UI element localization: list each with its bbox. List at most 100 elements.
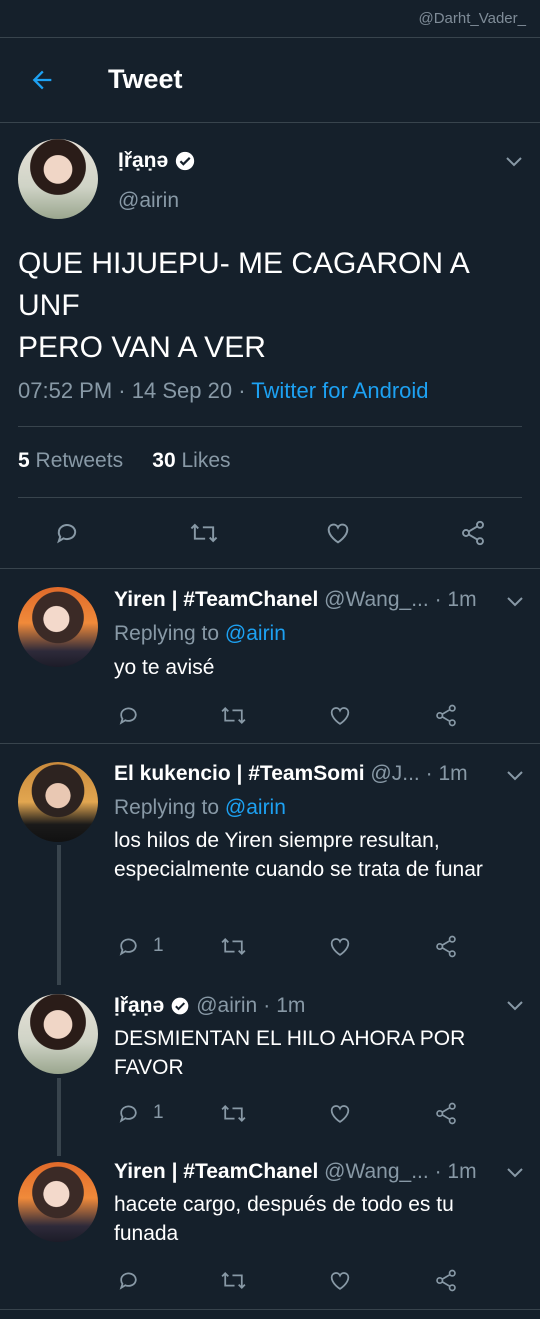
reply-count: 1 (153, 935, 164, 956)
mention-link[interactable]: @airin (225, 796, 286, 819)
avatar[interactable] (18, 587, 98, 667)
author-handle[interactable]: @Wang_... (324, 1160, 429, 1183)
reply-tweet[interactable]: El kukencio | #TeamSomi @J... · 1m Reply… (0, 744, 540, 984)
comment-icon (116, 703, 141, 728)
author-handle[interactable]: @Wang_... (324, 588, 429, 611)
author-name[interactable]: Ịřạṇə (118, 149, 168, 173)
reply-text: DESMIENTAN EL HILO AHORA POR FAVOR (114, 1027, 466, 1079)
reply-actions (0, 697, 540, 733)
tweet-time[interactable]: 07:52 PM (18, 378, 112, 403)
share-icon (458, 519, 488, 547)
likes-label: Likes (181, 449, 231, 472)
likes-stat[interactable]: 30 Likes (152, 449, 230, 472)
verified-badge-icon (170, 996, 190, 1016)
share-icon (433, 1268, 459, 1293)
chevron-down-icon[interactable] (505, 595, 525, 609)
reply-header: Yiren | #TeamChanel @Wang_... · 1m (114, 588, 490, 612)
chevron-down-icon[interactable] (505, 999, 525, 1013)
like-button[interactable] (327, 1262, 353, 1298)
tweet-time: 1m (447, 1160, 477, 1183)
dot-separator: · (434, 588, 442, 611)
reply-actions (0, 1262, 540, 1298)
heart-icon (327, 1101, 353, 1126)
author-handle[interactable]: @airin (118, 189, 179, 213)
tweet-text-line: PERO VAN A VER (18, 331, 266, 364)
chevron-down-icon[interactable] (505, 1166, 525, 1180)
reply-button[interactable] (53, 515, 81, 551)
reply-header: El kukencio | #TeamSomi @J... · 1m (114, 762, 490, 786)
share-button[interactable] (433, 928, 459, 964)
tweet-text-line: QUE HIJUEPU- ME CAGARON A (18, 247, 470, 280)
share-button[interactable] (433, 1095, 459, 1131)
avatar[interactable] (18, 1162, 98, 1242)
heart-icon (327, 934, 353, 959)
avatar[interactable] (18, 994, 98, 1074)
dot-separator: · (118, 378, 126, 403)
like-button[interactable] (327, 1095, 353, 1131)
retweet-button[interactable] (219, 697, 248, 733)
retweet-icon (219, 1101, 248, 1126)
share-icon (433, 703, 459, 728)
author-name[interactable]: El kukencio | #TeamSomi (114, 762, 365, 785)
reply-button[interactable]: 1 (116, 928, 164, 964)
author-name-row[interactable]: Ịřạṇə (118, 149, 196, 173)
retweet-icon (219, 1268, 248, 1293)
arrow-left-icon[interactable] (28, 66, 56, 94)
share-button[interactable] (458, 515, 488, 551)
tweet-actions (0, 515, 540, 551)
author-name[interactable]: Yiren | #TeamChanel (114, 588, 318, 611)
author-name[interactable]: Ịřạṇə (114, 994, 164, 1018)
mention-link[interactable]: @airin (225, 622, 286, 645)
replying-label: Replying to (114, 796, 220, 819)
tweet-meta: 07:52 PM · 14 Sep 20 · Twitter for Andro… (18, 378, 429, 404)
reply-tweet[interactable]: Yiren | #TeamChanel @Wang_... · 1m Reply… (0, 569, 540, 744)
reply-button[interactable] (116, 697, 141, 733)
author-name[interactable]: Yiren | #TeamChanel (114, 1160, 318, 1183)
comment-icon (116, 934, 141, 959)
share-icon (433, 934, 459, 959)
reply-tweet[interactable]: Ịřạṇə @airin · 1m DESMIENTAN EL HILO AHO… (0, 984, 540, 1154)
reply-button[interactable] (116, 1262, 141, 1298)
reply-text: hacete cargo, después de todo es tu funa… (114, 1193, 454, 1245)
retweets-stat[interactable]: 5 Retweets (18, 449, 123, 472)
chevron-down-icon[interactable] (504, 155, 524, 169)
author-handle[interactable]: @J... (370, 762, 419, 785)
retweets-label: Retweets (35, 449, 124, 472)
divider (18, 426, 522, 427)
retweet-button[interactable] (219, 1095, 248, 1131)
retweet-button[interactable] (188, 515, 220, 551)
reply-tweet[interactable]: Yiren | #TeamChanel @Wang_... · 1m hacet… (0, 1154, 540, 1309)
tweet-source-link[interactable]: Twitter for Android (251, 378, 428, 403)
retweet-button[interactable] (219, 1262, 248, 1298)
retweet-icon (219, 703, 248, 728)
watermark: @Darht_Vader_ (418, 10, 526, 27)
share-button[interactable] (433, 1262, 459, 1298)
heart-icon (327, 703, 353, 728)
retweets-count: 5 (18, 449, 30, 472)
avatar[interactable] (18, 762, 98, 842)
author-handle[interactable]: @airin (196, 994, 257, 1018)
share-icon (433, 1101, 459, 1126)
main-tweet: Ịřạṇə @airin QUE HIJUEPU- ME CAGARON A U… (0, 123, 540, 569)
divider (0, 1309, 540, 1310)
reply-header: Ịřạṇə @airin · 1m (114, 994, 490, 1018)
reply-actions: 1 (0, 1095, 540, 1131)
retweet-icon (188, 519, 220, 547)
tweet-time: 1m (438, 762, 468, 785)
comment-icon (53, 519, 81, 547)
like-button[interactable] (327, 697, 353, 733)
tweet-date[interactable]: 14 Sep 20 (132, 378, 232, 403)
avatar[interactable] (18, 139, 98, 219)
tweet-stats: 5 Retweets 30 Likes (18, 449, 231, 473)
share-button[interactable] (433, 697, 459, 733)
replying-to: Replying to @airin (114, 622, 286, 646)
heart-icon (323, 519, 353, 547)
like-button[interactable] (323, 515, 353, 551)
like-button[interactable] (327, 928, 353, 964)
retweet-button[interactable] (219, 928, 248, 964)
replying-label: Replying to (114, 622, 220, 645)
page-title: Tweet (108, 64, 183, 94)
chevron-down-icon[interactable] (505, 769, 525, 783)
reply-button[interactable]: 1 (116, 1095, 164, 1131)
dot-separator: · (434, 1160, 442, 1183)
